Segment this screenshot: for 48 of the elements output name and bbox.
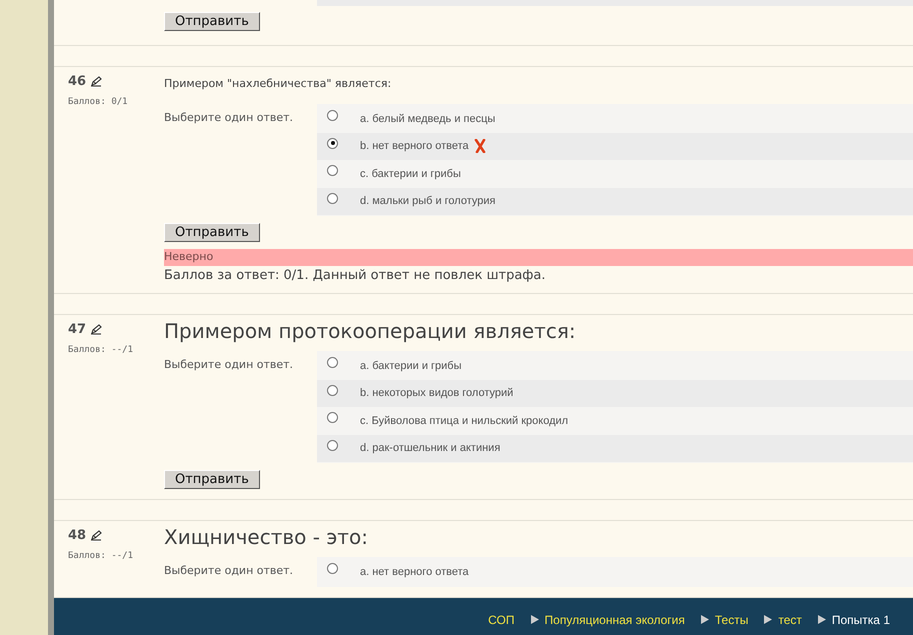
pencil-icon[interactable]	[90, 530, 102, 541]
question-text: Примером протокооперации является:	[164, 319, 577, 343]
radio-button[interactable]	[327, 357, 338, 368]
question-score: Баллов: 0/1	[68, 97, 129, 107]
question-text: Примером "нахлебничества" является:	[164, 77, 392, 90]
answer-option[interactable]: c. бактерии и грибы	[360, 168, 461, 180]
breadcrumb-link[interactable]: СОП	[488, 612, 515, 626]
answer-prompt: Выберите один ответ.	[164, 110, 294, 126]
separator-icon	[818, 615, 826, 624]
radio-button[interactable]	[327, 440, 338, 451]
breadcrumb-current: Попытка 1	[832, 612, 890, 626]
question-number: 47	[68, 322, 86, 337]
answer-option[interactable]: a. белый медведь и песцы	[360, 112, 496, 125]
radio-button[interactable]	[327, 384, 338, 396]
answer-option[interactable]: c. Буйволова птица и нильский крокодил	[360, 414, 568, 427]
submit-button[interactable]: Отправить	[164, 223, 260, 242]
answer-prompt: Выберите один ответ.	[164, 357, 294, 373]
answer-option[interactable]: a. бактерии и грибы	[360, 360, 462, 372]
radio-button[interactable]	[327, 412, 338, 424]
answer-option[interactable]: b. некоторых видов голотурий	[360, 387, 514, 400]
question-number: 46	[68, 74, 86, 89]
pencil-icon[interactable]	[90, 76, 102, 87]
answer-option[interactable]: b. нет верного ответа	[360, 139, 486, 154]
separator-icon	[764, 615, 772, 624]
submit-button[interactable]: Отправить	[164, 12, 260, 31]
breadcrumb-link[interactable]: Тесты	[714, 612, 748, 626]
separator-icon	[530, 615, 539, 624]
pencil-icon[interactable]	[90, 324, 102, 335]
radio-button[interactable]	[327, 192, 338, 204]
breadcrumb-link[interactable]: тест	[778, 612, 802, 626]
answer-option[interactable]: d. мальки рыб и голотурия	[360, 195, 496, 208]
radio-button[interactable]	[327, 165, 338, 176]
radio-button[interactable]	[327, 110, 338, 122]
answer-option[interactable]: a. нет верного ответа	[360, 566, 469, 578]
submit-button[interactable]: Отправить	[164, 470, 260, 489]
feedback-summary: Баллов за ответ: 0/1. Данный ответ не повлек штрафа.	[164, 268, 547, 283]
question-text: Хищничество - это:	[164, 525, 369, 549]
question-score: Баллов: --/1	[68, 345, 134, 355]
breadcrumb-link[interactable]: Популяционная экология	[544, 612, 685, 626]
radio-button[interactable]	[327, 138, 338, 149]
separator-icon	[700, 615, 709, 624]
answer-prompt: Выберите один ответ.	[164, 563, 294, 579]
question-score: Баллов: --/1	[68, 551, 134, 561]
cross-icon	[474, 139, 486, 154]
answer-option[interactable]: d. рак-отшельник и актиния	[360, 442, 500, 454]
feedback-status: Неверно	[164, 249, 913, 266]
question-number: 48	[68, 528, 86, 543]
radio-button[interactable]	[327, 563, 338, 574]
